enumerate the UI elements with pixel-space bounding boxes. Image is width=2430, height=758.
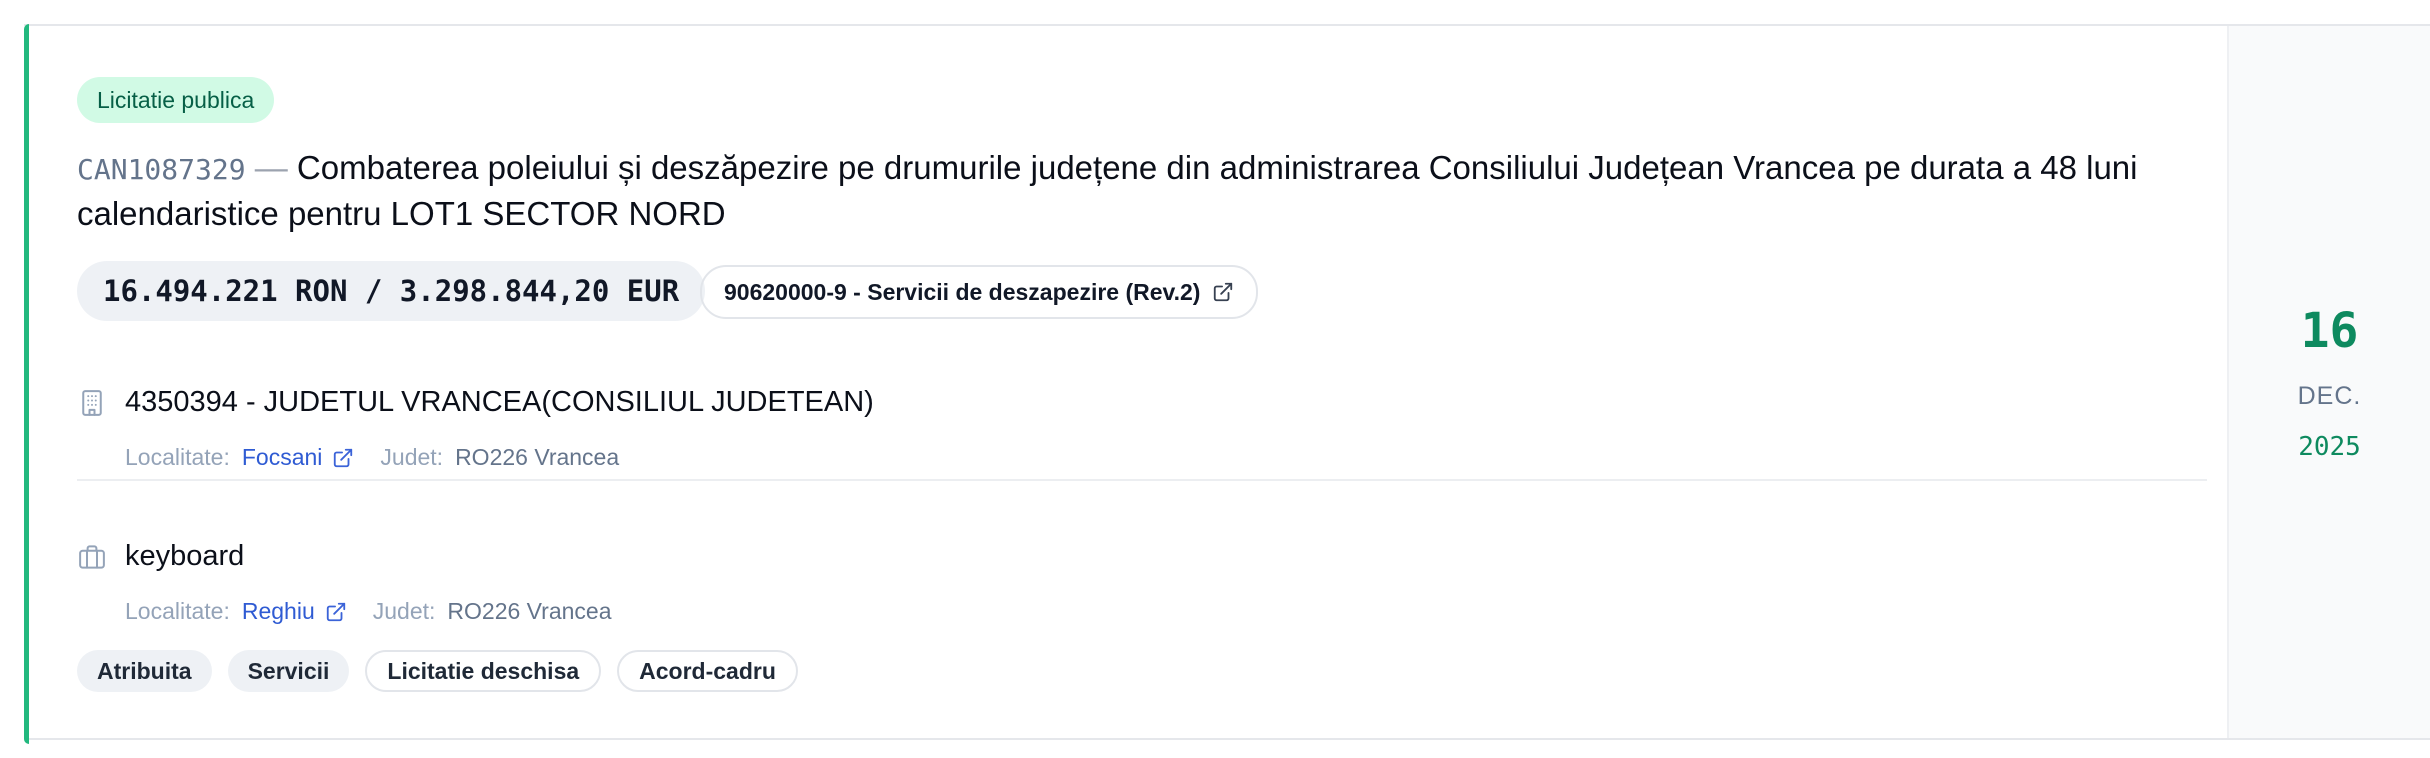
supplier-locality-link[interactable]: Reghiu [242, 598, 315, 625]
date-month: DEC. [2297, 382, 2362, 410]
date-day: 16 [2300, 303, 2359, 359]
contract-value-pill: 16.494.221 RON / 3.298.844,20 EUR [77, 261, 706, 321]
cpv-code-link[interactable]: 90620000-9 - Servicii de deszapezire (Re… [700, 265, 1259, 319]
card-accent-bar [24, 24, 29, 744]
locality-label: Localitate: [125, 598, 230, 624]
external-link-icon[interactable] [325, 601, 347, 623]
county-label: Judet: [372, 598, 436, 624]
notice-id: CAN1087329 [77, 153, 246, 186]
tag-contract-type: Servicii [227, 650, 350, 692]
tag-list: Atribuita Servicii Licitatie deschisa Ac… [77, 650, 798, 692]
tag-procedure: Licitatie deschisa [365, 650, 602, 692]
authority-header: 4350394 - JUDETUL VRANCEA(CONSILIUL JUDE… [77, 386, 874, 419]
supplier-county: RO226 Vrancea [447, 598, 612, 624]
procedure-type-badge: Licitatie publica [77, 77, 275, 123]
supplier-location: Localitate: Reghiu Judet: RO226 Vrancea [125, 598, 611, 625]
section-divider [77, 479, 2207, 481]
date-year: 2025 [2298, 432, 2361, 462]
supplier-header: keyboard [77, 540, 244, 573]
tag-framework: Acord-cadru [617, 650, 798, 692]
authority-locality-link[interactable]: Focsani [242, 444, 323, 471]
notice-title[interactable]: Combaterea poleiului și deszăpezire pe d… [77, 149, 2137, 232]
supplier-name[interactable]: keyboard [125, 540, 244, 573]
cpv-code-label: 90620000-9 - Servicii de deszapezire (Re… [724, 278, 1201, 305]
external-link-icon [1212, 281, 1234, 303]
locality-label: Localitate: [125, 444, 230, 470]
date-panel: 16 DEC. 2025 [2227, 26, 2430, 738]
briefcase-icon [77, 542, 107, 572]
authority-name[interactable]: 4350394 - JUDETUL VRANCEA(CONSILIUL JUDE… [125, 386, 874, 419]
card-main: Licitatie publica CAN1087329 — Combatere… [77, 26, 2227, 738]
authority-location: Localitate: Focsani Judet: RO226 Vrancea [125, 444, 619, 471]
title-separator: — [254, 149, 288, 186]
notice-card[interactable]: Licitatie publica CAN1087329 — Combatere… [24, 24, 2430, 744]
county-label: Judet: [380, 444, 444, 470]
authority-county: RO226 Vrancea [455, 444, 620, 470]
notice-title-block[interactable]: CAN1087329 — Combaterea poleiului și des… [77, 146, 2217, 236]
tag-status: Atribuita [77, 650, 212, 692]
building-icon [77, 388, 107, 418]
external-link-icon[interactable] [332, 447, 354, 469]
